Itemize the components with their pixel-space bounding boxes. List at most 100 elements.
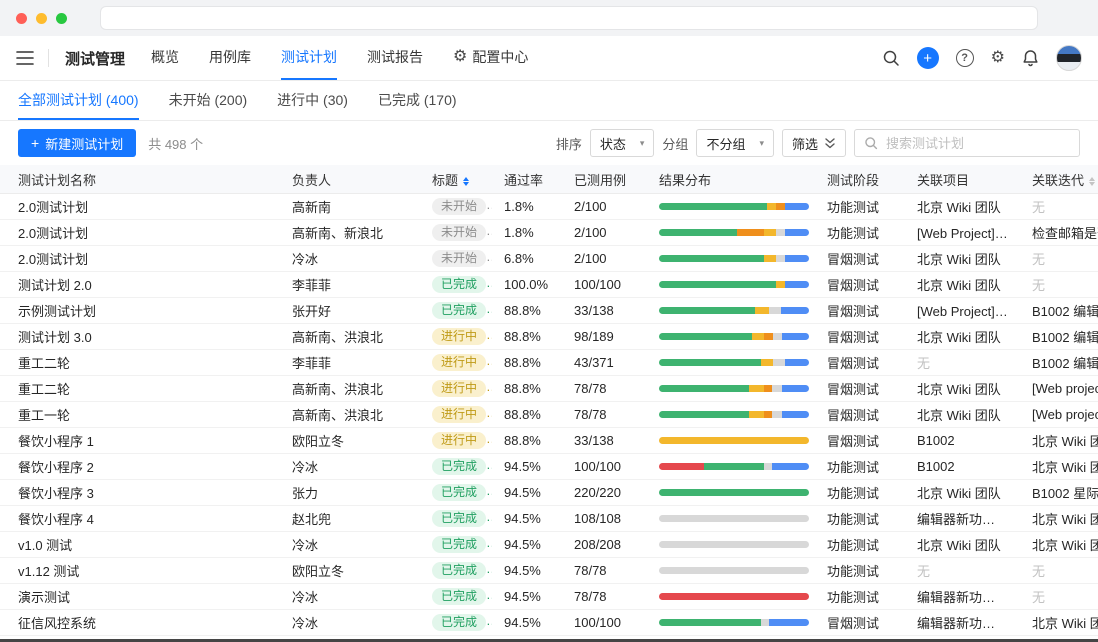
filter-expand-icon [824, 138, 836, 149]
settings-gear-icon[interactable]: ⚙ [991, 50, 1005, 66]
table-row[interactable]: v1.12 测试欧阳立冬已完成94.5%78/78功能测试无无 [0, 558, 1098, 584]
table-row[interactable]: 测试计划 2.0李菲菲已完成100.0%100/100冒烟测试北京 Wiki 团… [0, 272, 1098, 298]
column-header-5[interactable]: 已测用例 [562, 165, 647, 194]
column-header-2[interactable]: 负责人 [280, 165, 420, 194]
table-row[interactable]: 重工二轮李菲菲进行中88.8%43/371冒烟测试无B1002 编辑器 [0, 350, 1098, 376]
related-iteration-cell: 北京 Wiki 团队 [1020, 428, 1098, 454]
filter-button[interactable]: 筛选 [782, 129, 846, 157]
plan-name[interactable]: v1.0 测试 [18, 538, 72, 553]
table-row[interactable]: 重工二轮高新南、洪浪北进行中88.8%78/78冒烟测试北京 Wiki 团队[W… [0, 376, 1098, 402]
plan-name[interactable]: 餐饮小程序 3 [18, 486, 94, 501]
status-cell: 进行中 [420, 350, 492, 376]
table-row[interactable]: 重工一轮高新南、洪浪北进行中88.8%78/78冒烟测试北京 Wiki 团队[W… [0, 402, 1098, 428]
test-phase-cell: 功能测试 [815, 506, 905, 532]
table-row[interactable]: 演示测试冷冰已完成94.5%78/78功能测试编辑器新功能引入无 [0, 584, 1098, 610]
search-icon[interactable] [882, 49, 900, 67]
column-header-3[interactable]: 标题 [420, 165, 492, 194]
column-header-7[interactable]: 测试阶段 [815, 165, 905, 194]
plan-name[interactable]: 示例测试计划 [18, 304, 96, 319]
test-phase-cell: 功能测试 [815, 480, 905, 506]
avatar[interactable] [1056, 45, 1082, 71]
plan-name[interactable]: 餐饮小程序 1 [18, 434, 94, 449]
subtab-4[interactable]: 已完成 (170) [378, 81, 457, 120]
nav-tab-4[interactable]: 测试报告 [367, 36, 423, 80]
nav-tab-5[interactable]: ⚙配置中心 [453, 36, 528, 80]
sort-icon[interactable] [1089, 177, 1095, 186]
nav-tab-2[interactable]: 用例库 [209, 36, 251, 80]
related-iteration-cell: B1002 星际 [1020, 480, 1098, 506]
owner-cell: 李菲菲 [280, 272, 420, 298]
plan-name[interactable]: 演示测试 [18, 590, 70, 605]
result-distribution-cell [647, 506, 815, 532]
plan-name[interactable]: 餐饮小程序 4 [18, 512, 94, 527]
group-select[interactable]: 不分组 ▾ [696, 129, 774, 157]
table-row[interactable]: 示例测试计划张开好已完成88.8%33/138冒烟测试[Web Project]… [0, 298, 1098, 324]
owner-cell: 张力 [280, 480, 420, 506]
notifications-bell-icon[interactable] [1022, 49, 1039, 67]
related-iteration-cell: 检查邮箱是否 [1020, 220, 1098, 246]
table-row[interactable]: 2.0测试计划高新南未开始1.8%2/100功能测试北京 Wiki 团队无 [0, 194, 1098, 220]
plan-name[interactable]: 2.0测试计划 [18, 226, 88, 241]
result-distribution-bar [659, 593, 809, 600]
column-header-1[interactable]: 测试计划名称 [0, 165, 280, 194]
status-badge: 进行中 [432, 380, 486, 397]
app-title: 测试管理 [65, 48, 125, 69]
search-input[interactable] [884, 135, 1070, 152]
table-row[interactable]: 餐饮小程序 1欧阳立冬进行中88.8%33/138冒烟测试B1002北京 Wik… [0, 428, 1098, 454]
zoom-window-button[interactable] [56, 13, 67, 24]
plan-name[interactable]: 测试计划 2.0 [18, 278, 92, 293]
plan-name[interactable]: 征信风控系统 [18, 616, 96, 631]
owner-cell: 张开好 [280, 298, 420, 324]
status-cell: 已完成 [420, 558, 492, 584]
minimize-window-button[interactable] [36, 13, 47, 24]
app-window: 测试管理 概览用例库测试计划测试报告 ⚙配置中心 + ? ⚙ 全部测试计划 (40… [0, 0, 1098, 642]
column-header-6[interactable]: 结果分布 [647, 165, 815, 194]
related-iteration-cell: B1002 编辑器 [1020, 298, 1098, 324]
status-cell: 已完成 [420, 454, 492, 480]
status-cell: 进行中 [420, 376, 492, 402]
related-project-cell: 编辑器新功能引入 [905, 584, 1020, 610]
table-row[interactable]: v1.0 测试冷冰已完成94.5%208/208功能测试北京 Wiki 团队北京… [0, 532, 1098, 558]
plan-name[interactable]: 重工一轮 [18, 408, 70, 423]
table-row[interactable]: 征信风控系统冷冰已完成94.5%100/100冒烟测试编辑器新功能引入北京 Wi… [0, 610, 1098, 636]
table-row[interactable]: 餐饮小程序 2冷冰已完成94.5%100/100功能测试B1002北京 Wiki… [0, 454, 1098, 480]
subtab-3[interactable]: 进行中 (30) [277, 81, 348, 120]
subtab-2[interactable]: 未开始 (200) [169, 81, 248, 120]
plan-name[interactable]: v1.12 测试 [18, 564, 79, 579]
plan-name[interactable]: 重工二轮 [18, 382, 70, 397]
status-badge: 已完成 [432, 458, 486, 475]
table-row[interactable]: 餐饮小程序 4赵北兜已完成94.5%108/108功能测试编辑器新功能引入北京 … [0, 506, 1098, 532]
url-bar[interactable] [100, 6, 1038, 30]
table-row[interactable]: 餐饮小程序 3张力已完成94.5%220/220功能测试北京 Wiki 团队B1… [0, 480, 1098, 506]
subtab-1[interactable]: 全部测试计划 (400) [18, 81, 139, 120]
pass-rate-cell: 94.5% [492, 610, 562, 636]
nav-tab-1[interactable]: 概览 [151, 36, 179, 80]
test-phase-cell: 功能测试 [815, 532, 905, 558]
owner-cell: 冷冰 [280, 532, 420, 558]
plan-name[interactable]: 测试计划 3.0 [18, 330, 92, 345]
close-window-button[interactable] [16, 13, 27, 24]
status-badge: 已完成 [432, 588, 486, 605]
table-row[interactable]: 2.0测试计划高新南、新浪北未开始1.8%2/100功能测试[Web Proje… [0, 220, 1098, 246]
nav-tab-3[interactable]: 测试计划 [281, 36, 337, 80]
test-phase-cell: 功能测试 [815, 194, 905, 220]
status-cell: 已完成 [420, 584, 492, 610]
plan-name[interactable]: 2.0测试计划 [18, 252, 88, 267]
table-row[interactable]: 测试计划 3.0高新南、洪浪北进行中88.8%98/189冒烟测试北京 Wiki… [0, 324, 1098, 350]
plan-name[interactable]: 2.0测试计划 [18, 200, 88, 215]
help-icon[interactable]: ? [956, 49, 974, 67]
column-header-8[interactable]: 关联项目 [905, 165, 1020, 194]
plan-name[interactable]: 重工二轮 [18, 356, 70, 371]
new-plan-button[interactable]: + 新建测试计划 [18, 129, 136, 157]
table-row[interactable]: 2.0测试计划冷冰未开始6.8%2/100冒烟测试北京 Wiki 团队无 [0, 246, 1098, 272]
status-cell: 已完成 [420, 298, 492, 324]
sort-icon[interactable] [463, 177, 469, 186]
column-header-4[interactable]: 通过率 [492, 165, 562, 194]
related-project-cell: 编辑器新功能引入 [905, 610, 1020, 636]
menu-icon[interactable] [16, 51, 34, 65]
plan-name[interactable]: 餐饮小程序 2 [18, 460, 94, 475]
result-distribution-bar [659, 541, 809, 548]
create-button[interactable]: + [917, 47, 939, 69]
column-header-9[interactable]: 关联迭代 [1020, 165, 1098, 194]
sort-select[interactable]: 状态 ▾ [590, 129, 655, 157]
